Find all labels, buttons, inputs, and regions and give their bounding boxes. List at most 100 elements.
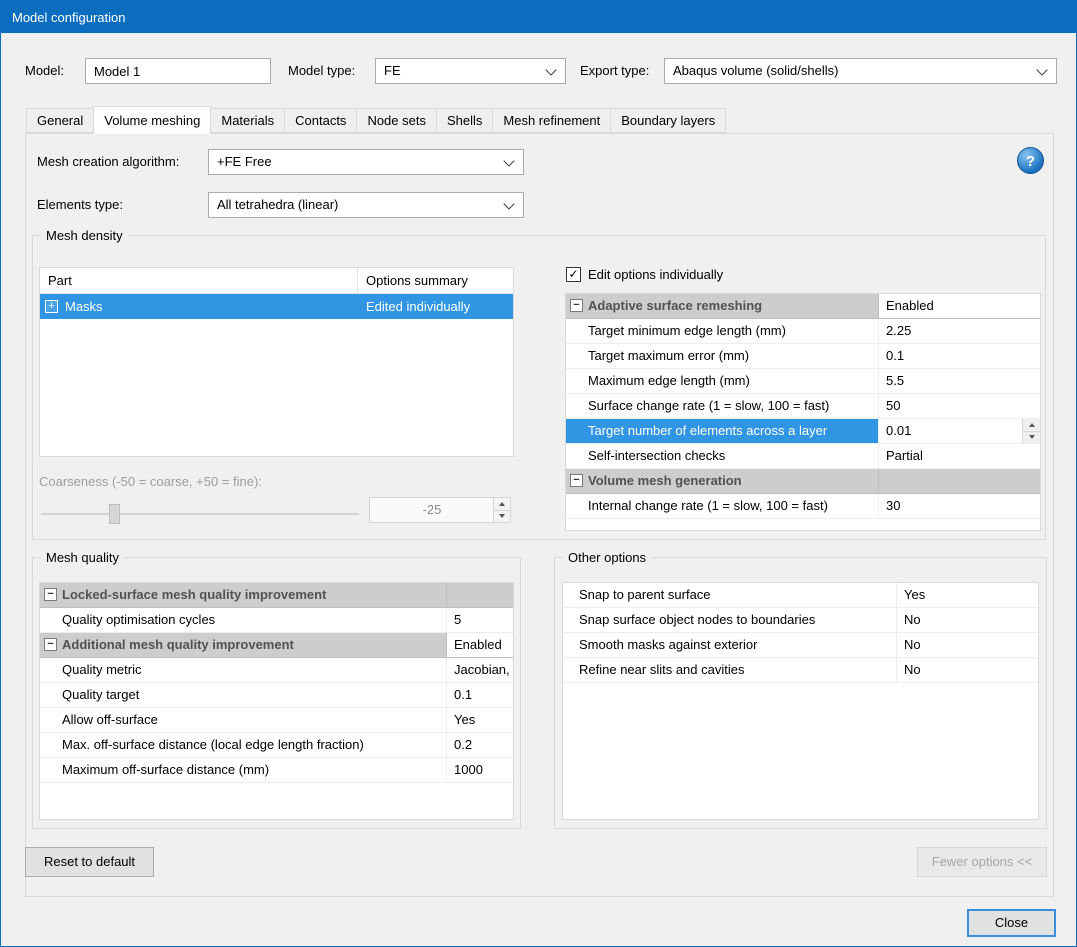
property-value-cell[interactable]: 30 — [879, 494, 1040, 518]
property-name-cell[interactable]: − Locked-surface mesh quality improvemen… — [40, 583, 447, 607]
collapse-icon[interactable]: − — [44, 588, 57, 601]
property-value-cell[interactable]: 0.01 — [879, 419, 1040, 443]
property-value-cell[interactable]: Yes — [447, 708, 513, 732]
tab-contacts[interactable]: Contacts — [284, 108, 358, 133]
export-type-select[interactable]: Abaqus volume (solid/shells) — [664, 58, 1057, 84]
property-name-cell[interactable]: Target number of elements across a layer — [566, 419, 879, 443]
tab-mesh-refinement[interactable]: Mesh refinement — [492, 108, 612, 133]
grid-row-selected[interactable]: Target number of elements across a layer… — [566, 419, 1040, 444]
property-value-cell[interactable]: Partial — [879, 444, 1040, 468]
grid-row[interactable]: Allow off-surface Yes — [40, 708, 513, 733]
checkbox-check-icon[interactable]: ✓ — [566, 267, 581, 282]
property-value-cell[interactable]: No — [897, 608, 1038, 632]
property-value-cell[interactable]: 5.5 — [879, 369, 1040, 393]
parts-column-part[interactable]: Part — [40, 268, 358, 293]
elements-type-select[interactable]: All tetrahedra (linear) — [208, 192, 524, 218]
spinner-down-button[interactable] — [1022, 431, 1040, 443]
property-name-cell[interactable]: Refine near slits and cavities — [563, 658, 897, 682]
grid-group-row[interactable]: − Volume mesh generation — [566, 469, 1040, 494]
property-name-cell[interactable]: Surface change rate (1 = slow, 100 = fas… — [566, 394, 879, 418]
collapse-icon[interactable]: − — [570, 474, 583, 487]
property-value-cell[interactable]: 0.1 — [447, 683, 513, 707]
model-name-input[interactable] — [85, 58, 271, 84]
grid-row[interactable]: Surface change rate (1 = slow, 100 = fas… — [566, 394, 1040, 419]
grid-row[interactable]: Target minimum edge length (mm) 2.25 — [566, 319, 1040, 344]
grid-row[interactable]: Quality target 0.1 — [40, 683, 513, 708]
property-value-cell[interactable]: Jacobian, in — [447, 658, 513, 682]
grid-row[interactable]: Snap surface object nodes to boundaries … — [563, 608, 1038, 633]
grid-row[interactable]: Quality optimisation cycles 5 — [40, 608, 513, 633]
property-value: Yes — [904, 587, 926, 602]
property-value-cell[interactable] — [447, 583, 513, 607]
grid-row[interactable]: Refine near slits and cavities No — [563, 658, 1038, 683]
property-value-cell[interactable] — [879, 469, 1040, 493]
property-name-cell[interactable]: Maximum edge length (mm) — [566, 369, 879, 393]
tab-shells[interactable]: Shells — [435, 108, 494, 133]
property-value-cell[interactable]: No — [897, 633, 1038, 657]
property-name-cell[interactable]: Max. off-surface distance (local edge le… — [40, 733, 447, 757]
tab-materials[interactable]: Materials — [210, 108, 286, 133]
edit-options-individually-checkbox[interactable]: ✓ Edit options individually — [566, 267, 723, 282]
property-name-cell[interactable]: Quality target — [40, 683, 447, 707]
part-summary-cell[interactable]: Edited individually — [358, 294, 513, 319]
property-name-cell[interactable]: − Adaptive surface remeshing — [566, 294, 879, 318]
property-name-cell[interactable]: Target minimum edge length (mm) — [566, 319, 879, 343]
property-value-cell[interactable]: 5 — [447, 608, 513, 632]
tab-boundary-layers[interactable]: Boundary layers — [610, 108, 727, 133]
help-button[interactable]: ? — [1017, 147, 1044, 174]
property-name-cell[interactable]: Quality metric — [40, 658, 447, 682]
tab-node-sets[interactable]: Node sets — [356, 108, 437, 133]
property-value-cell[interactable]: 0.1 — [879, 344, 1040, 368]
mesh-creation-algorithm-select[interactable]: +FE Free — [208, 149, 524, 175]
tab-general[interactable]: General — [26, 108, 95, 133]
part-name-cell[interactable]: + Masks — [40, 294, 358, 319]
titlebar[interactable]: Model configuration — [1, 1, 1076, 33]
property-name-cell[interactable]: Target maximum error (mm) — [566, 344, 879, 368]
close-button[interactable]: Close — [967, 909, 1056, 937]
parts-column-options-summary[interactable]: Options summary — [358, 268, 513, 293]
grid-row[interactable]: Internal change rate (1 = slow, 100 = fa… — [566, 494, 1040, 519]
grid-row[interactable]: Maximum edge length (mm) 5.5 — [566, 369, 1040, 394]
parts-row-masks[interactable]: + Masks Edited individually — [40, 294, 513, 319]
property-name-cell[interactable]: Snap to parent surface — [563, 583, 897, 607]
property-name: Target maximum error (mm) — [588, 348, 750, 363]
property-name-cell[interactable]: Self-intersection checks — [566, 444, 879, 468]
property-value-cell[interactable]: Yes — [897, 583, 1038, 607]
property-value-cell[interactable]: 2.25 — [879, 319, 1040, 343]
grid-row[interactable]: Max. off-surface distance (local edge le… — [40, 733, 513, 758]
grid-row[interactable]: Quality metric Jacobian, in — [40, 658, 513, 683]
grid-group-row[interactable]: − Locked-surface mesh quality improvemen… — [40, 583, 513, 608]
property-value: 30 — [886, 498, 901, 513]
property-name-cell[interactable]: − Additional mesh quality improvement — [40, 633, 447, 657]
property-name-cell[interactable]: Maximum off-surface distance (mm) — [40, 758, 447, 782]
property-value-cell[interactable]: 50 — [879, 394, 1040, 418]
grid-group-row[interactable]: − Adaptive surface remeshing Enabled — [566, 294, 1040, 319]
property-value-cell[interactable]: 1000 — [447, 758, 513, 782]
grid-group-row[interactable]: − Additional mesh quality improvement En… — [40, 633, 513, 658]
tab-volume-meshing[interactable]: Volume meshing — [93, 106, 212, 134]
property-name-cell[interactable]: Smooth masks against exterior — [563, 633, 897, 657]
model-type-select[interactable]: FE — [375, 58, 566, 84]
grid-row[interactable]: Smooth masks against exterior No — [563, 633, 1038, 658]
property-name-cell[interactable]: Snap surface object nodes to boundaries — [563, 608, 897, 632]
grid-row[interactable]: Snap to parent surface Yes — [563, 583, 1038, 608]
collapse-icon[interactable]: − — [44, 638, 57, 651]
property-name-cell[interactable]: Internal change rate (1 = slow, 100 = fa… — [566, 494, 879, 518]
reset-to-default-button[interactable]: Reset to default — [25, 847, 154, 877]
property-name-cell[interactable]: − Volume mesh generation — [566, 469, 879, 493]
property-name-cell[interactable]: Quality optimisation cycles — [40, 608, 447, 632]
grid-row[interactable]: Maximum off-surface distance (mm) 1000 — [40, 758, 513, 783]
property-value-cell[interactable]: Enabled — [879, 294, 1040, 318]
property-value-cell[interactable]: 0.2 — [447, 733, 513, 757]
collapse-icon[interactable]: − — [570, 299, 583, 312]
property-name-cell[interactable]: Allow off-surface — [40, 708, 447, 732]
arrow-up-icon — [499, 501, 505, 506]
property-value-cell[interactable]: Enabled — [447, 633, 513, 657]
mesh-creation-algorithm-value: +FE Free — [217, 154, 272, 169]
expand-icon[interactable]: + — [45, 300, 58, 313]
spinner-up-button[interactable] — [1022, 419, 1040, 432]
grid-row[interactable]: Target maximum error (mm) 0.1 — [566, 344, 1040, 369]
spinner-up-button — [493, 498, 510, 511]
property-value-cell[interactable]: No — [897, 658, 1038, 682]
grid-row[interactable]: Self-intersection checks Partial — [566, 444, 1040, 469]
